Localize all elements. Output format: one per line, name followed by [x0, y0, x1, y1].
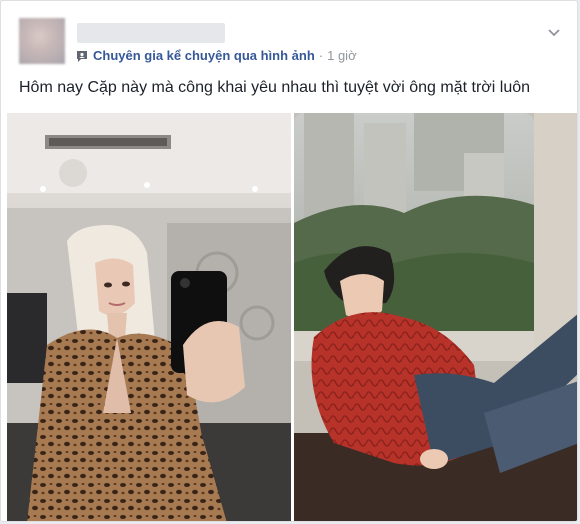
- group-icon: [77, 50, 87, 62]
- post-text: Hôm nay Cặp này mà công khai yêu nhau th…: [19, 79, 531, 96]
- post-timestamp[interactable]: 1 giờ: [327, 48, 357, 63]
- post-card: Chuyên gia kể chuyện qua hình ảnh · 1 gi…: [0, 0, 578, 522]
- author-name-redacted[interactable]: [77, 23, 225, 43]
- chevron-down-icon[interactable]: [547, 25, 561, 39]
- meta-separator: ·: [318, 48, 324, 63]
- avatar[interactable]: [19, 18, 65, 64]
- photo-left[interactable]: [7, 113, 291, 521]
- photo-right[interactable]: [294, 113, 577, 521]
- post-meta: Chuyên gia kể chuyện qua hình ảnh · 1 gi…: [75, 48, 357, 63]
- group-name-link[interactable]: Chuyên gia kể chuyện qua hình ảnh: [93, 48, 315, 63]
